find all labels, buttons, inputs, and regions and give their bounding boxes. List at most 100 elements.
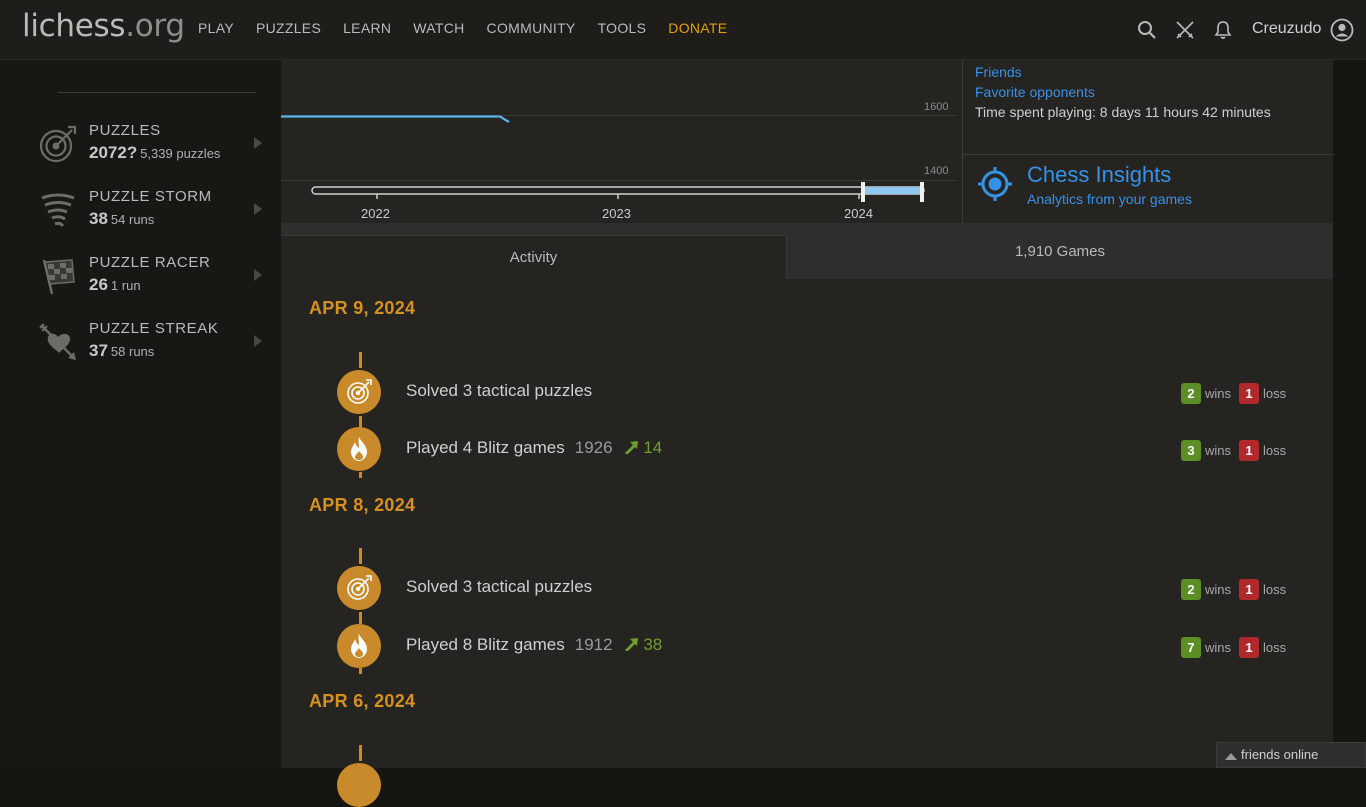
site-header: lichess.org PLAY PUZZLES LEARN WATCH COM… [0, 0, 1366, 60]
wins-count: 3 [1181, 440, 1201, 461]
chevron-right-icon [254, 335, 262, 347]
activity-entry: Solved 3 tactical puzzles 2 wins 1 loss [281, 370, 1333, 418]
rating-history-chart[interactable]: 1600 1400 2022 2023 2024 [281, 60, 961, 223]
blitz-fire-icon [337, 427, 381, 471]
favorite-opponents-link[interactable]: Favorite opponents [975, 84, 1095, 100]
chevron-right-icon [254, 269, 262, 281]
wins-label: wins [1205, 582, 1232, 597]
wins-count: 7 [1181, 637, 1201, 658]
friends-online-toggle[interactable]: friends online [1216, 742, 1366, 768]
chess-insights-subtitle[interactable]: Analytics from your games [1027, 191, 1192, 207]
timeline-line [359, 745, 362, 761]
loss-label: loss [1263, 386, 1287, 401]
nav-watch[interactable]: WATCH [413, 20, 464, 36]
search-icon[interactable] [1136, 19, 1158, 41]
perf-puzzle-streak[interactable]: PUZZLE STREAK 37 58 runs [38, 318, 270, 368]
activity-entry: Played 4 Blitz games 1926 14 3 wins 1 loss [281, 427, 1333, 475]
nav-tools[interactable]: TOOLS [598, 20, 647, 36]
wins-count: 2 [1181, 383, 1201, 404]
activity-date: APR 6, 2024 [309, 691, 416, 711]
rating-up-arrow-icon [625, 638, 639, 652]
activity-text[interactable]: Solved 3 tactical puzzles [406, 577, 592, 597]
perf-rating: 26 1 run [89, 275, 141, 294]
activity-entry: Played 8 Blitz games 1912 38 7 wins 1 loss [281, 624, 1333, 672]
activity-icon-partial [337, 763, 381, 807]
perf-name: PUZZLE STORM [89, 188, 212, 205]
activity-text[interactable]: Played 4 Blitz games 1926 14 [406, 438, 662, 458]
tab-games[interactable]: 1,910 Games [787, 223, 1333, 279]
perf-rating: 2072? 5,339 puzzles [89, 143, 221, 162]
info-separator [963, 154, 1334, 155]
loss-label: loss [1263, 640, 1287, 655]
rating-series-line [281, 115, 510, 123]
chess-insights-link[interactable]: Chess Insights [1027, 162, 1171, 188]
chevron-right-icon [254, 203, 262, 215]
site-logo[interactable]: lichess.org [22, 8, 185, 44]
nav-donate[interactable]: DONATE [668, 20, 727, 36]
profile-main: 1600 1400 2022 2023 2024 Friends Favorit… [281, 60, 1334, 807]
chart-year-label: 2022 [361, 206, 390, 221]
chart-year-label: 2024 [844, 206, 873, 221]
notification-bell-icon[interactable] [1212, 19, 1234, 41]
chevron-right-icon [254, 137, 262, 149]
profile-info-panel: Friends Favorite opponents Time spent pl… [962, 60, 1334, 223]
target-icon [38, 124, 82, 168]
perf-puzzle-racer[interactable]: PUZZLE RACER 26 1 run [38, 252, 270, 302]
chart-gridline [281, 180, 956, 181]
chart-range-navigator[interactable] [309, 182, 929, 206]
chart-year-label: 2023 [602, 206, 631, 221]
activity-date: APR 8, 2024 [309, 495, 416, 515]
activity-text[interactable]: Played 8 Blitz games 1912 38 [406, 635, 662, 655]
activity-date: APR 9, 2024 [309, 298, 416, 318]
wins-label: wins [1205, 443, 1232, 458]
tornado-icon [38, 190, 82, 234]
profile-sidebar: PUZZLES 2072? 5,339 puzzles PUZZLE STORM … [0, 60, 281, 768]
activity-score: 3 wins 1 loss [1181, 440, 1286, 461]
wins-label: wins [1205, 640, 1232, 655]
blitz-fire-icon [337, 624, 381, 668]
perf-rating: 38 54 runs [89, 209, 155, 228]
crossed-swords-icon[interactable] [1174, 19, 1196, 41]
chevron-up-icon [1225, 753, 1237, 760]
chart-y-label: 1400 [924, 165, 949, 177]
user-avatar-icon[interactable] [1330, 18, 1354, 47]
puzzle-target-icon [337, 370, 381, 414]
perf-name: PUZZLE RACER [89, 254, 211, 271]
timeline-line [359, 352, 362, 368]
wins-count: 2 [1181, 579, 1201, 600]
nav-play[interactable]: PLAY [198, 20, 234, 36]
perf-name: PUZZLES [89, 122, 161, 139]
main-nav: PLAY PUZZLES LEARN WATCH COMMUNITY TOOLS… [198, 20, 749, 36]
perf-rating: 37 58 runs [89, 341, 155, 360]
perf-name: PUZZLE STREAK [89, 320, 219, 337]
checkered-flag-icon [38, 256, 82, 300]
rating-up-arrow-icon [625, 441, 639, 455]
insights-target-icon[interactable] [977, 166, 1013, 207]
activity-text[interactable]: Solved 3 tactical puzzles [406, 381, 592, 401]
chart-y-label: 1600 [924, 101, 949, 113]
activity-score: 2 wins 1 loss [1181, 579, 1286, 600]
losses-count: 1 [1239, 579, 1260, 600]
losses-count: 1 [1239, 440, 1260, 461]
nav-community[interactable]: COMMUNITY [487, 20, 576, 36]
activity-entry: Solved 3 tactical puzzles 2 wins 1 loss [281, 566, 1333, 614]
perf-puzzle-storm[interactable]: PUZZLE STORM 38 54 runs [38, 186, 270, 236]
friends-link[interactable]: Friends [975, 64, 1022, 80]
loss-label: loss [1263, 582, 1287, 597]
nav-puzzles[interactable]: PUZZLES [256, 20, 321, 36]
tab-activity[interactable]: Activity [281, 235, 787, 279]
timeline-line [359, 548, 362, 564]
puzzle-target-icon [337, 566, 381, 610]
wins-label: wins [1205, 386, 1232, 401]
sidebar-divider [58, 92, 256, 93]
time-spent-playing: Time spent playing: 8 days 11 hours 42 m… [975, 104, 1271, 120]
activity-score: 2 wins 1 loss [1181, 383, 1286, 404]
username[interactable]: Creuzudo [1252, 20, 1321, 38]
losses-count: 1 [1239, 383, 1260, 404]
loss-label: loss [1263, 443, 1287, 458]
activity-score: 7 wins 1 loss [1181, 637, 1286, 658]
profile-tabs: Activity 1,910 Games [281, 223, 1333, 279]
arrow-heart-icon [38, 322, 82, 366]
nav-learn[interactable]: LEARN [343, 20, 391, 36]
perf-puzzles[interactable]: PUZZLES 2072? 5,339 puzzles [38, 120, 270, 170]
